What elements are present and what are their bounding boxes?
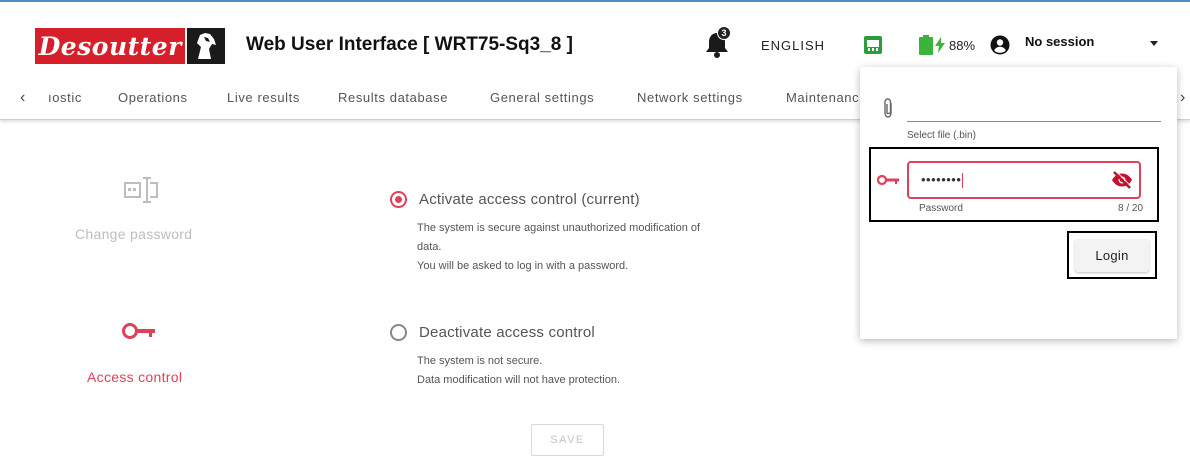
eye-off-icon[interactable] [1111, 170, 1133, 189]
network-icon[interactable] [864, 36, 882, 54]
password-char-count: 8 / 20 [1118, 203, 1144, 214]
chevron-down-icon[interactable] [1150, 41, 1158, 46]
brand-logo: Desoutter [35, 28, 225, 64]
battery-percent: 88% [949, 37, 976, 53]
deactivate-desc-line: The system is not secure. [417, 355, 543, 367]
tab-diagnostic[interactable]: ıostic [48, 90, 82, 105]
password-field-icon[interactable] [124, 175, 158, 205]
password-dots: •••••••• [921, 172, 962, 187]
activate-desc-line: data. [417, 241, 442, 253]
horse-icon [187, 28, 225, 64]
password-label: Password [919, 203, 963, 214]
session-status[interactable]: No session [1025, 34, 1094, 49]
login-popup: Select file (.bin) •••••••• Password 8 /… [860, 67, 1177, 339]
tab-maintenance[interactable]: Maintenanc [786, 90, 859, 105]
activate-desc-line: You will be asked to log in with a passw… [417, 260, 629, 272]
tab-results-database[interactable]: Results database [338, 90, 448, 105]
file-input[interactable] [907, 121, 1161, 122]
radio-deactivate-access[interactable] [390, 324, 407, 341]
language-selector[interactable]: ENGLISH [761, 38, 825, 53]
charging-bolt-icon [935, 37, 945, 53]
notification-badge: 3 [717, 26, 731, 40]
tab-general-settings[interactable]: General settings [490, 90, 594, 105]
key-icon[interactable] [122, 320, 158, 342]
change-password-label[interactable]: Change password [75, 226, 192, 242]
logo-wordmark: Desoutter [35, 28, 186, 64]
file-input-label: Select file (.bin) [907, 130, 976, 141]
battery-status: 88% [919, 35, 975, 55]
account-circle-icon[interactable] [990, 35, 1010, 55]
bell-icon[interactable]: 3 [705, 26, 731, 58]
page-title: Web User Interface [ WRT75-Sq3_8 ] [246, 34, 573, 55]
password-input[interactable]: •••••••• [907, 161, 1141, 199]
radio-activate-access[interactable] [390, 191, 407, 208]
tab-operations[interactable]: Operations [118, 90, 188, 105]
key-icon [876, 173, 901, 187]
login-button[interactable]: Login [1075, 239, 1149, 272]
access-control-label[interactable]: Access control [87, 369, 182, 385]
tab-live-results[interactable]: Live results [227, 90, 300, 105]
activate-option-title[interactable]: Activate access control (current) [419, 191, 640, 208]
paperclip-icon[interactable] [881, 97, 895, 119]
deactivate-option-title[interactable]: Deactivate access control [419, 324, 595, 341]
activate-option-description: The system is secure against unauthorize… [417, 219, 700, 276]
tabs-next-arrow[interactable]: › [1180, 89, 1185, 107]
tab-network-settings[interactable]: Network settings [637, 90, 743, 105]
activate-desc-line: The system is secure against unauthorize… [417, 222, 701, 234]
battery-charging-icon [919, 35, 933, 55]
text-cursor [962, 173, 964, 189]
save-button[interactable]: SAVE [531, 424, 604, 456]
deactivate-desc-line: Data modification will not have protecti… [417, 374, 620, 386]
tabs-prev-arrow[interactable]: ‹ [20, 89, 25, 107]
deactivate-option-description: The system is not secure. Data modificat… [417, 352, 620, 390]
password-value: •••••••• [921, 172, 964, 189]
